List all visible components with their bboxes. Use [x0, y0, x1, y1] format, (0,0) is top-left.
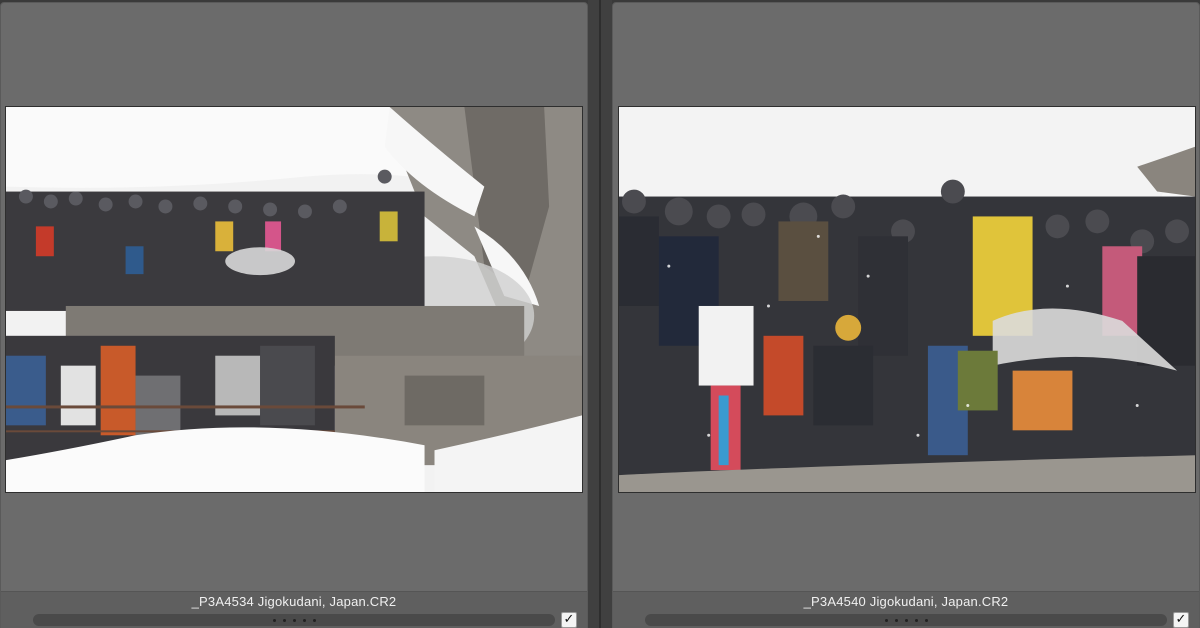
photo-image-right — [619, 107, 1195, 492]
select-checkbox-right[interactable]: ✓ — [1173, 612, 1189, 628]
panel-footer-left: _P3A4534 Jigokudani, Japan.CR2 ✓ — [1, 591, 587, 628]
panel-divider[interactable] — [588, 0, 612, 628]
photo-preview-right[interactable] — [618, 106, 1196, 493]
photo-image-left — [6, 107, 582, 492]
panel-footer-right: _P3A4540 Jigokudani, Japan.CR2 ✓ — [613, 591, 1199, 628]
select-checkbox-left[interactable]: ✓ — [561, 612, 577, 628]
pagination-dots-left — [33, 614, 555, 626]
pagination-dots-right — [645, 614, 1167, 626]
filename-label-left: _P3A4534 Jigokudani, Japan.CR2 — [191, 594, 397, 609]
photo-preview-left[interactable] — [5, 106, 583, 493]
filename-label-right: _P3A4540 Jigokudani, Japan.CR2 — [803, 594, 1009, 609]
photo-panel-right: _P3A4540 Jigokudani, Japan.CR2 ✓ — [612, 2, 1200, 628]
filmstrip-scrollbar-left[interactable] — [33, 614, 555, 626]
photo-panel-left: _P3A4534 Jigokudani, Japan.CR2 ✓ — [0, 2, 588, 628]
filmstrip-scrollbar-right[interactable] — [645, 614, 1167, 626]
